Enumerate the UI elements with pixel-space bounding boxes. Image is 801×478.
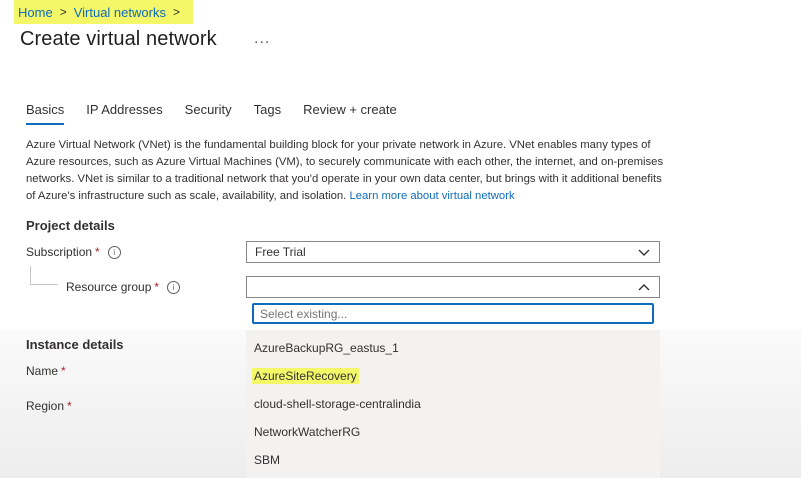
tab-review-create[interactable]: Review + create: [303, 102, 397, 125]
region-label: Region *: [26, 399, 72, 413]
subscription-dropdown[interactable]: Free Trial: [246, 241, 660, 263]
subscription-label-text: Subscription: [26, 245, 93, 259]
subscription-value: Free Trial: [255, 245, 306, 259]
tab-security[interactable]: Security: [185, 102, 232, 125]
chevron-right-icon: >: [172, 5, 180, 19]
option-azure-site-recovery[interactable]: AzureSiteRecovery: [252, 368, 359, 384]
tree-connector: [30, 266, 31, 284]
resource-group-search: [252, 303, 654, 324]
chevron-up-icon: [638, 284, 650, 291]
chevron-right-icon: >: [59, 5, 67, 19]
chevron-down-icon: [638, 249, 650, 256]
name-label: Name *: [26, 364, 66, 378]
intro-text: Azure Virtual Network (VNet) is the fund…: [26, 137, 666, 205]
more-icon[interactable]: ...: [254, 30, 270, 48]
tree-connector: [30, 284, 58, 285]
resource-group-label-text: Resource group: [66, 280, 152, 294]
tab-ip-addresses[interactable]: IP Addresses: [86, 102, 162, 125]
subscription-label: Subscription * i: [26, 245, 121, 259]
page-title: Create virtual network: [20, 28, 217, 50]
info-icon[interactable]: i: [167, 280, 181, 294]
instance-details-heading: Instance details: [26, 337, 124, 352]
option-sbm[interactable]: SBM: [254, 453, 280, 467]
required-marker: *: [95, 245, 100, 259]
option-network-watcher-rg[interactable]: NetworkWatcherRG: [254, 425, 360, 439]
name-label-text: Name: [26, 364, 59, 378]
required-marker: *: [67, 399, 72, 413]
tab-basics[interactable]: Basics: [26, 102, 65, 125]
info-icon[interactable]: i: [107, 245, 121, 259]
resource-group-options: AzureBackupRG_eastus_1 AzureSiteRecovery…: [246, 330, 660, 478]
resource-group-dropdown[interactable]: [246, 276, 660, 298]
option-azure-backup-rg[interactable]: AzureBackupRG_eastus_1: [254, 341, 399, 355]
breadcrumb: Home > Virtual networks >: [14, 0, 193, 24]
region-label-text: Region: [26, 399, 65, 413]
option-cloud-shell-storage[interactable]: cloud-shell-storage-centralindia: [254, 397, 421, 411]
tab-bar: Basics IP Addresses Security Tags Review…: [26, 102, 419, 125]
resource-group-search-input[interactable]: [254, 305, 652, 322]
required-marker: *: [61, 364, 66, 378]
tab-tags[interactable]: Tags: [254, 102, 281, 125]
learn-more-link[interactable]: Learn more about virtual network: [349, 190, 514, 202]
intro-body: Azure Virtual Network (VNet) is the fund…: [26, 139, 664, 202]
resource-group-label: Resource group * i: [66, 280, 181, 294]
project-details-heading: Project details: [26, 218, 115, 233]
breadcrumb-virtual-networks[interactable]: Virtual networks: [74, 5, 166, 20]
required-marker: *: [154, 280, 160, 294]
breadcrumb-home[interactable]: Home: [18, 5, 53, 20]
